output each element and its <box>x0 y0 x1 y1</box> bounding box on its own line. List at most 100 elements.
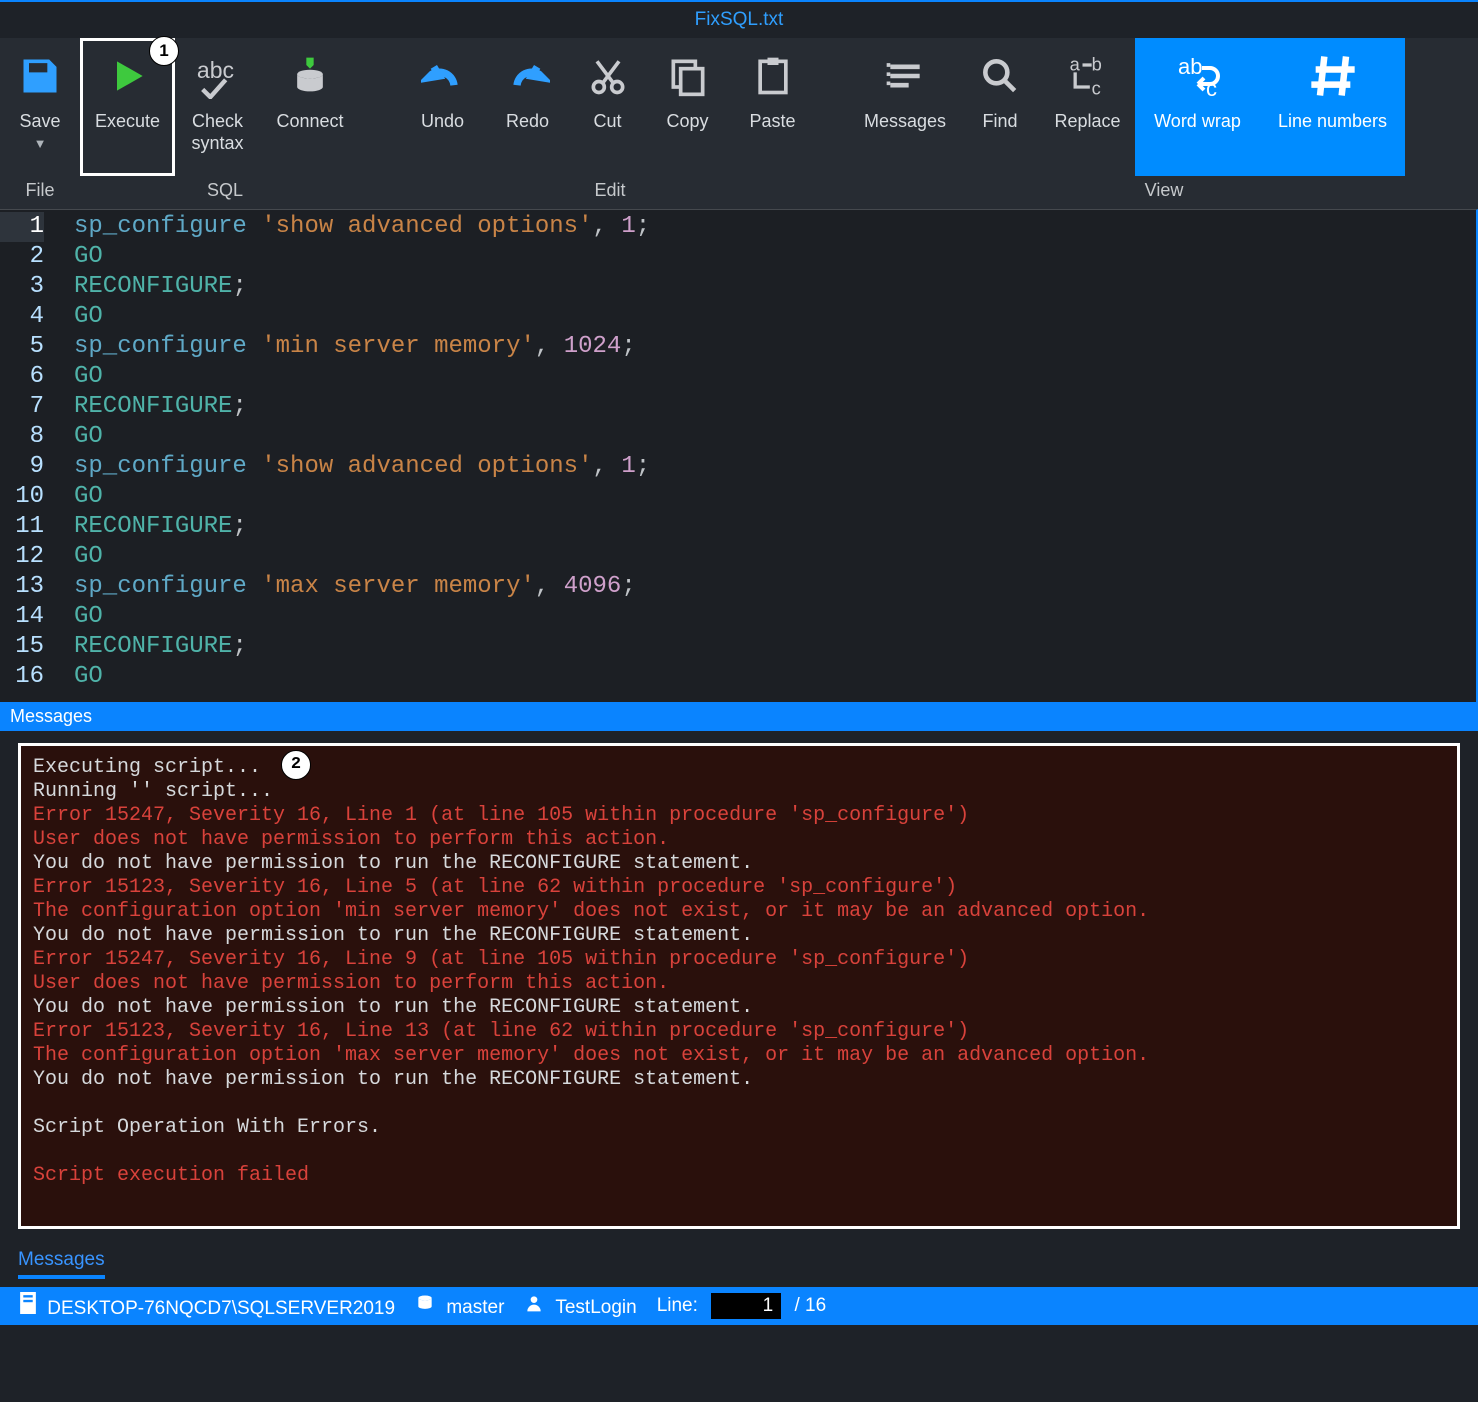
message-line: You do not have permission to run the RE… <box>33 1068 1445 1092</box>
word-wrap-label: Word wrap <box>1154 110 1241 132</box>
code-line[interactable]: GO <box>74 302 1476 332</box>
code-line[interactable]: GO <box>74 422 1476 452</box>
line-number: 13 <box>0 572 44 602</box>
line-numbers-button[interactable]: Line numbers <box>1260 38 1405 176</box>
message-line: Running '' script... <box>33 780 1445 804</box>
ribbon-group-sql: SQL <box>80 176 370 209</box>
message-line <box>33 1140 1445 1164</box>
line-indicator: Line: 1 / 16 <box>657 1293 826 1319</box>
line-total: / 16 <box>794 1295 826 1316</box>
line-number: 16 <box>0 662 44 692</box>
user-icon <box>524 1293 544 1313</box>
code-line[interactable]: GO <box>74 602 1476 632</box>
code-line[interactable]: RECONFIGURE; <box>74 272 1476 302</box>
ribbon-group-view: View <box>850 176 1478 209</box>
user-status: TestLogin <box>524 1293 636 1319</box>
cut-label: Cut <box>593 110 621 132</box>
message-line: Executing script... <box>33 756 1445 780</box>
database-status-icon <box>415 1293 435 1313</box>
find-button[interactable]: Find <box>960 38 1040 176</box>
check-syntax-label: Check syntax <box>191 110 243 154</box>
title-bar: FixSQL.txt <box>0 0 1478 38</box>
check-syntax-icon: abc <box>195 48 241 104</box>
copy-button[interactable]: Copy <box>645 38 730 176</box>
code-line[interactable]: GO <box>74 542 1476 572</box>
code-line[interactable]: RECONFIGURE; <box>74 392 1476 422</box>
replace-icon: abc <box>1066 48 1110 104</box>
messages-button[interactable]: Messages <box>850 38 960 176</box>
replace-button[interactable]: abc Replace <box>1040 38 1135 176</box>
undo-label: Undo <box>421 110 464 132</box>
message-line: Script Operation With Errors. <box>33 1116 1445 1140</box>
save-label: Save <box>19 110 60 132</box>
save-button[interactable]: Save ▼ <box>0 38 80 176</box>
code-content[interactable]: sp_configure 'show advanced options', 1;… <box>58 212 1476 692</box>
code-line[interactable]: RECONFIGURE; <box>74 632 1476 662</box>
line-numbers-label: Line numbers <box>1278 110 1387 132</box>
word-wrap-icon: abc <box>1174 48 1222 104</box>
callout-1: 1 <box>149 36 179 66</box>
message-line: User does not have permission to perform… <box>33 828 1445 852</box>
scissors-icon <box>586 48 630 104</box>
replace-label: Replace <box>1054 110 1120 132</box>
redo-label: Redo <box>506 110 549 132</box>
connect-button[interactable]: Connect <box>260 38 360 176</box>
paste-label: Paste <box>749 110 795 132</box>
line-number: 14 <box>0 602 44 632</box>
ribbon-group-file: File <box>0 176 80 209</box>
app-window: FixSQL.txt Save ▼ File <box>0 0 1478 1402</box>
code-line[interactable]: sp_configure 'show advanced options', 1; <box>74 212 1476 242</box>
server-icon <box>20 1292 36 1314</box>
document-title: FixSQL.txt <box>695 9 784 31</box>
line-number: 7 <box>0 392 44 422</box>
database-icon <box>288 48 332 104</box>
execute-button[interactable]: 1 Execute <box>80 38 175 176</box>
messages-panel-header[interactable]: Messages <box>0 702 1478 731</box>
message-line: Error 15247, Severity 16, Line 9 (at lin… <box>33 948 1445 972</box>
server-status: DESKTOP-76NQCD7\SQLSERVER2019 <box>20 1292 395 1320</box>
copy-icon <box>666 48 710 104</box>
message-line: Script execution failed <box>33 1164 1445 1188</box>
line-number: 9 <box>0 452 44 482</box>
messages-panel[interactable]: 2 Executing script...Running '' script..… <box>18 743 1460 1229</box>
line-number: 5 <box>0 332 44 362</box>
callout-2: 2 <box>281 750 311 780</box>
line-number-input[interactable]: 1 <box>711 1293 781 1319</box>
code-line[interactable]: GO <box>74 362 1476 392</box>
svg-text:b: b <box>1091 54 1101 75</box>
line-number: 12 <box>0 542 44 572</box>
line-number: 2 <box>0 242 44 272</box>
cut-button[interactable]: Cut <box>570 38 645 176</box>
ribbon-group-edit: Edit <box>400 176 820 209</box>
code-line[interactable]: RECONFIGURE; <box>74 512 1476 542</box>
check-syntax-button[interactable]: abc Check syntax <box>175 38 260 176</box>
database-status: master <box>415 1293 504 1319</box>
code-line[interactable]: sp_configure 'max server memory', 4096; <box>74 572 1476 602</box>
redo-button[interactable]: Redo <box>485 38 570 176</box>
ribbon: Save ▼ File 1 Execute <box>0 38 1478 209</box>
execute-label: Execute <box>95 110 160 132</box>
code-line[interactable]: GO <box>74 482 1476 512</box>
code-line[interactable]: sp_configure 'min server memory', 1024; <box>74 332 1476 362</box>
word-wrap-button[interactable]: abc Word wrap <box>1135 38 1260 176</box>
message-line <box>33 1092 1445 1116</box>
message-line: The configuration option 'max server mem… <box>33 1044 1445 1068</box>
line-number: 8 <box>0 422 44 452</box>
code-line[interactable]: GO <box>74 242 1476 272</box>
redo-icon <box>506 48 550 104</box>
message-line: You do not have permission to run the RE… <box>33 852 1445 876</box>
svg-text:c: c <box>1091 77 1100 98</box>
code-line[interactable]: sp_configure 'show advanced options', 1; <box>74 452 1476 482</box>
line-number: 11 <box>0 512 44 542</box>
code-editor[interactable]: 12345678910111213141516 sp_configure 'sh… <box>0 209 1478 702</box>
line-number: 1 <box>0 212 44 242</box>
code-line[interactable]: GO <box>74 662 1476 692</box>
paste-button[interactable]: Paste <box>730 38 815 176</box>
undo-button[interactable]: Undo <box>400 38 485 176</box>
messages-icon <box>883 48 927 104</box>
line-number: 3 <box>0 272 44 302</box>
messages-label: Messages <box>864 110 946 132</box>
messages-tab[interactable]: Messages <box>18 1249 105 1279</box>
status-bar: DESKTOP-76NQCD7\SQLSERVER2019 master Tes… <box>0 1287 1478 1325</box>
database-name: master <box>446 1297 504 1318</box>
